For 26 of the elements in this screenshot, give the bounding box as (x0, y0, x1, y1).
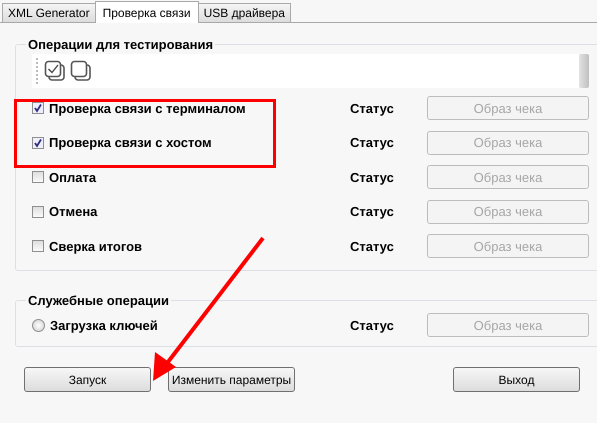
scrollbar[interactable] (579, 54, 589, 88)
check-all-icon[interactable] (44, 60, 66, 82)
toolbar-grip-icon (36, 58, 40, 84)
status-label: Статус (350, 318, 395, 332)
action-button[interactable]: Изменить параметры (168, 367, 295, 392)
checkbox[interactable]: Проверка связи с терминалом (26, 100, 350, 116)
radio-button[interactable]: Загрузка ключей (26, 318, 350, 332)
checkmark-icon (33, 103, 43, 114)
group-title: Операции для тестирования (27, 37, 214, 52)
checkbox[interactable]: Оплата (26, 170, 350, 185)
tab[interactable]: Проверка связи (94, 1, 199, 23)
uncheck-all-icon[interactable] (70, 60, 92, 82)
action-button[interactable]: Выход (453, 367, 580, 392)
status-label: Статус (350, 238, 395, 254)
action-button[interactable]: Запуск (24, 367, 151, 392)
checkbox[interactable]: Отмена (26, 204, 350, 220)
status-label: Статус (350, 204, 395, 220)
checkmark-icon (33, 138, 43, 148)
status-label: Статус (350, 135, 395, 150)
status-label: Статус (350, 100, 395, 116)
tab[interactable]: XML Generator (2, 3, 96, 22)
checkbox[interactable]: Проверка связи с хостом (26, 135, 350, 150)
status-label: Статус (350, 170, 395, 185)
group-title: Служебные операции (27, 293, 170, 308)
checkbox[interactable]: Сверка итогов (26, 238, 350, 254)
tab[interactable]: USB драйвера (198, 3, 291, 22)
